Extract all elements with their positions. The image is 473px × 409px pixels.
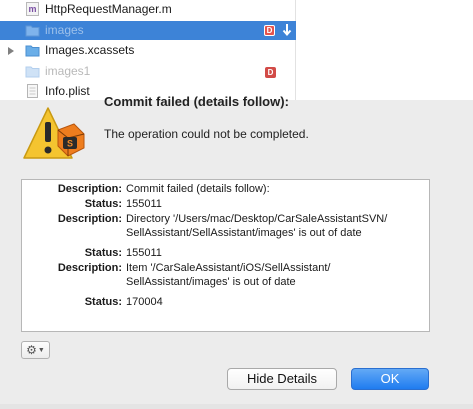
navigator-row-images[interactable]: images D xyxy=(0,21,296,40)
detail-value: 155011 xyxy=(126,247,162,259)
folder-icon xyxy=(25,43,40,57)
detail-value: Directory '/Users/mac/Desktop/CarSaleAss… xyxy=(126,213,388,225)
detail-label: Description: xyxy=(57,213,122,225)
ok-button[interactable]: OK xyxy=(351,368,429,390)
navigator-row-label: Images.xcassets xyxy=(45,43,135,57)
folder-icon xyxy=(25,23,40,37)
navigator-row-label: images xyxy=(45,23,84,37)
detail-label: Description: xyxy=(57,183,122,195)
sheet-bottom-edge xyxy=(0,404,473,409)
detail-label: Status: xyxy=(84,247,122,259)
detail-value: Commit failed (details follow): xyxy=(126,183,270,195)
detail-label: Status: xyxy=(84,198,122,210)
alert-message: The operation could not be completed. xyxy=(104,127,309,141)
m-source-file-icon: m xyxy=(25,2,40,16)
plist-file-icon xyxy=(25,84,40,98)
detail-value: SellAssistant/SellAssistant/images' is o… xyxy=(126,227,362,239)
chevron-down-icon: ▼ xyxy=(37,346,45,354)
project-navigator: m HttpRequestManager.m images D Images.x… xyxy=(0,0,296,100)
commit-failed-alert: Commit failed (details follow): S The op… xyxy=(0,94,473,409)
disclosure-triangle-icon[interactable] xyxy=(7,45,15,55)
navigator-row-httprequestmanager[interactable]: m HttpRequestManager.m xyxy=(0,0,296,19)
action-menu-button[interactable]: ⚙ ▼ xyxy=(21,341,50,359)
detail-label: Description: xyxy=(57,262,122,274)
svn-deleted-badge: D xyxy=(265,67,276,78)
detail-label: Status: xyxy=(84,296,122,308)
navigator-row-images-xcassets[interactable]: Images.xcassets xyxy=(0,41,296,60)
detail-value: 170004 xyxy=(126,296,163,308)
navigator-row-label: Info.plist xyxy=(45,84,90,98)
gear-icon: ⚙ xyxy=(26,343,37,357)
navigator-row-label: images1 xyxy=(45,64,91,78)
download-arrow-icon xyxy=(282,23,292,40)
hide-details-button[interactable]: Hide Details xyxy=(227,368,337,390)
error-details-panel[interactable]: Description: Commit failed (details foll… xyxy=(21,179,430,332)
folder-icon xyxy=(25,64,40,78)
detail-value: SellAssistant/images' is out of date xyxy=(126,276,296,288)
svn-deleted-badge: D xyxy=(264,25,275,36)
navigator-row-label: HttpRequestManager.m xyxy=(45,2,172,16)
svg-text:S: S xyxy=(67,139,73,149)
warning-icon: S xyxy=(22,106,86,164)
alert-title: Commit failed (details follow): xyxy=(104,94,289,109)
detail-value: 155011 xyxy=(126,198,162,210)
svg-text:m: m xyxy=(28,4,36,14)
navigator-row-images1[interactable]: images1 D xyxy=(0,62,296,81)
detail-value: Item '/CarSaleAssistant/iOS/SellAssistan… xyxy=(126,262,331,274)
